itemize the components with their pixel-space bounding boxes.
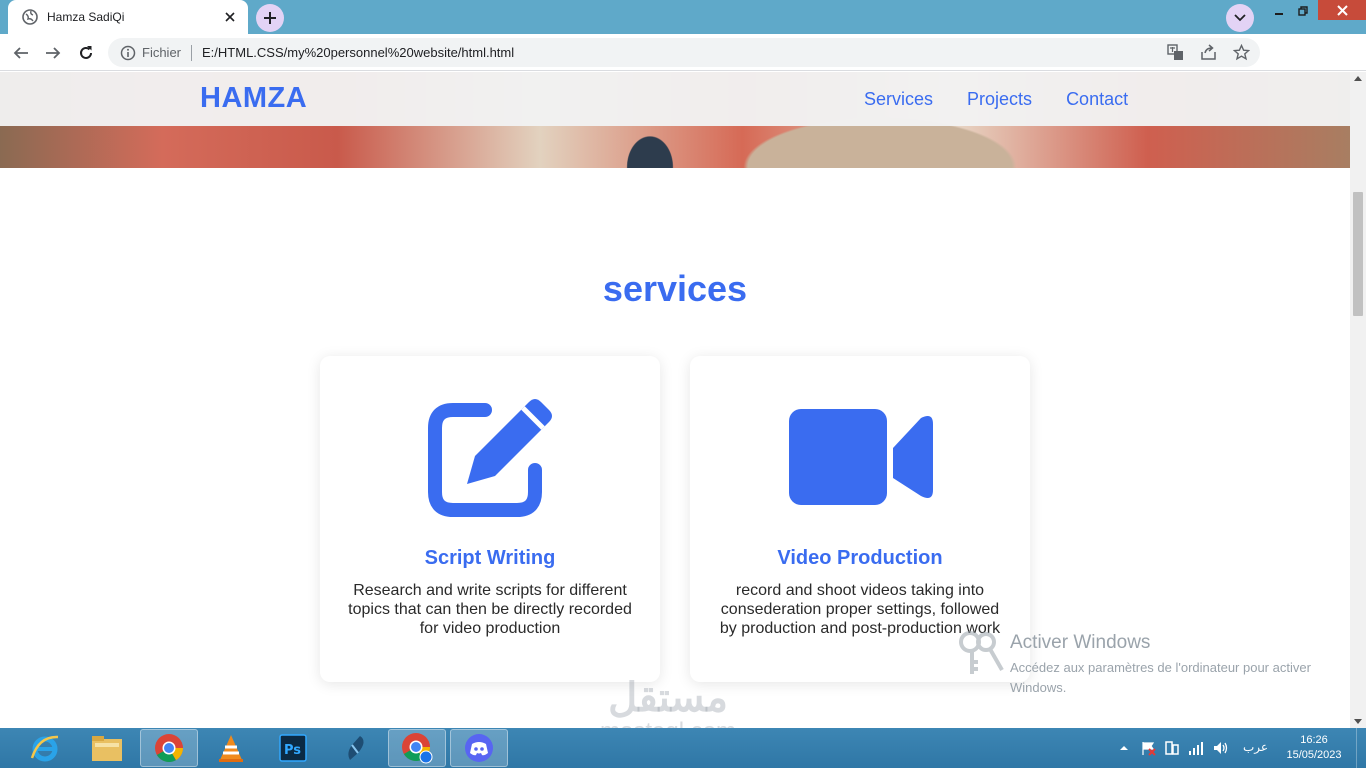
chevron-down-icon xyxy=(1234,14,1246,22)
bookmark-star-icon[interactable] xyxy=(1233,44,1250,61)
watermark-domain: mostaql.com xyxy=(600,718,736,728)
nav-link-contact[interactable]: Contact xyxy=(1066,89,1128,110)
system-tray xyxy=(1116,740,1228,756)
svg-text:Ps: Ps xyxy=(284,743,301,758)
back-button[interactable] xyxy=(10,42,32,64)
browser-tab[interactable]: Hamza SadiQi xyxy=(8,0,248,34)
new-tab-button[interactable] xyxy=(256,4,284,32)
arrow-left-icon xyxy=(13,47,28,59)
card-title: Video Production xyxy=(777,547,943,569)
tab-title: Hamza SadiQi xyxy=(47,10,125,24)
card-title: Script Writing xyxy=(424,547,556,569)
activation-subtitle: Accédez aux paramètres de l'ordinateur p… xyxy=(1010,660,1311,695)
taskbar-internet-explorer[interactable] xyxy=(16,729,74,767)
taskbar-vlc[interactable] xyxy=(202,729,260,767)
video-camera-icon xyxy=(690,392,1030,522)
address-separator xyxy=(191,44,193,61)
input-language[interactable]: عرب xyxy=(1243,740,1268,754)
network-signal-icon[interactable] xyxy=(1188,740,1204,756)
device-icon[interactable] xyxy=(1164,740,1180,756)
taskbar-chrome-profile[interactable] xyxy=(388,729,446,767)
taskbar-photoshop[interactable]: Ps xyxy=(264,729,322,767)
show-desktop-button[interactable] xyxy=(1356,728,1366,768)
section-title: services xyxy=(602,268,748,309)
scroll-down-arrow[interactable] xyxy=(1354,719,1362,724)
forward-button[interactable] xyxy=(42,42,64,64)
vlc-icon xyxy=(219,735,243,762)
card-description: Research and write scripts for different… xyxy=(348,582,632,637)
share-icon[interactable] xyxy=(1200,44,1217,61)
address-bar[interactable]: Fichier E:/HTML.CSS/my%20personnel%20web… xyxy=(108,38,1260,67)
internet-explorer-icon xyxy=(30,735,59,762)
watermark-arabic: مستقل xyxy=(608,676,728,720)
mostaql-watermark: مستقل mostaql.com xyxy=(600,678,736,728)
close-icon[interactable] xyxy=(222,9,238,25)
taskbar-chrome[interactable] xyxy=(140,729,198,767)
taskbar-discord[interactable] xyxy=(450,729,508,767)
restore-icon xyxy=(1298,6,1308,16)
volume-icon[interactable] xyxy=(1212,740,1228,756)
windows-activation-notice: Activer Windows Accédez aux paramètres d… xyxy=(1010,632,1320,698)
close-window-button[interactable] xyxy=(1318,0,1366,20)
photoshop-icon: Ps xyxy=(279,734,307,762)
plus-icon xyxy=(264,12,276,24)
show-hidden-icons-icon[interactable] xyxy=(1116,740,1132,756)
clock-date: 15/05/2023 xyxy=(1286,749,1342,761)
reload-icon xyxy=(80,46,92,59)
site-nav: Services Projects Contact xyxy=(864,89,1128,110)
info-icon[interactable] xyxy=(120,45,136,61)
web-page: HAMZA Services Projects Contact services… xyxy=(0,72,1350,728)
nav-link-projects[interactable]: Projects xyxy=(967,89,1032,110)
file-explorer-icon xyxy=(92,736,122,761)
translate-icon[interactable] xyxy=(1167,44,1184,61)
scroll-up-arrow[interactable] xyxy=(1354,76,1362,81)
discord-icon xyxy=(465,734,493,762)
page-scrollbar[interactable] xyxy=(1350,72,1366,728)
arrow-right-icon xyxy=(46,47,61,59)
clock-time: 16:26 xyxy=(1300,734,1328,746)
site-header: HAMZA Services Projects Contact xyxy=(0,72,1350,126)
system-clock[interactable]: 16:26 15/05/2023 xyxy=(1284,733,1344,763)
browser-tab-strip: Hamza SadiQi xyxy=(0,0,1366,34)
nav-link-services[interactable]: Services xyxy=(864,89,933,110)
pen-to-square-icon xyxy=(320,392,660,522)
scrollbar-thumb[interactable] xyxy=(1353,192,1363,316)
key-icon xyxy=(958,628,1004,676)
chrome-icon xyxy=(155,734,183,762)
tab-search-button[interactable] xyxy=(1226,4,1254,32)
action-center-flag-icon[interactable] xyxy=(1140,740,1156,756)
windows-taskbar: Ps عرب 16:26 15/05/2023 xyxy=(0,728,1366,768)
chrome-profile-icon xyxy=(402,733,433,764)
taskbar-file-explorer[interactable] xyxy=(78,729,136,767)
url-text[interactable]: E:/HTML.CSS/my%20personnel%20website/htm… xyxy=(202,45,514,60)
reload-button[interactable] xyxy=(75,42,97,64)
service-card-script-writing: Script Writing Research and write script… xyxy=(320,356,660,682)
browser-toolbar: Fichier E:/HTML.CSS/my%20personnel%20web… xyxy=(0,34,1366,97)
globe-icon xyxy=(22,9,38,25)
site-logo[interactable]: HAMZA xyxy=(200,82,307,115)
taskbar-pen-app[interactable] xyxy=(326,729,384,767)
pen-app-icon xyxy=(348,736,364,760)
activation-title: Activer Windows xyxy=(1010,632,1151,653)
scheme-label: Fichier xyxy=(142,45,182,60)
address-bar-actions xyxy=(1167,44,1250,61)
close-icon xyxy=(1336,4,1348,16)
